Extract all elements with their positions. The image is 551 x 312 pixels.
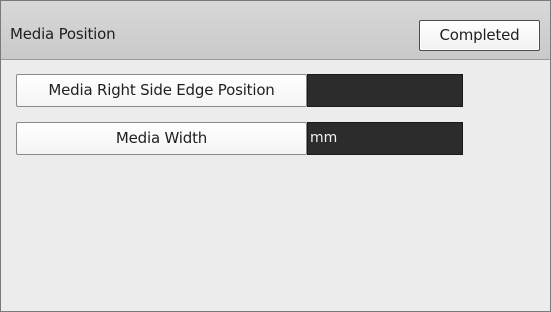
- media-position-screen: Media Position Completed Media Right Sid…: [0, 0, 551, 312]
- setting-row-right-edge: Media Right Side Edge Position: [16, 74, 463, 107]
- page-title: Media Position: [10, 25, 116, 43]
- unit-text: mm: [310, 130, 338, 146]
- media-right-side-edge-position-value[interactable]: [307, 74, 463, 107]
- setting-row-media-width: Media Width mm: [16, 122, 463, 155]
- media-width-button[interactable]: Media Width: [16, 122, 307, 155]
- completed-button[interactable]: Completed: [419, 20, 540, 51]
- media-width-value[interactable]: mm: [307, 122, 463, 155]
- header-bar: Media Position Completed: [1, 1, 550, 60]
- media-right-side-edge-position-button[interactable]: Media Right Side Edge Position: [16, 74, 307, 107]
